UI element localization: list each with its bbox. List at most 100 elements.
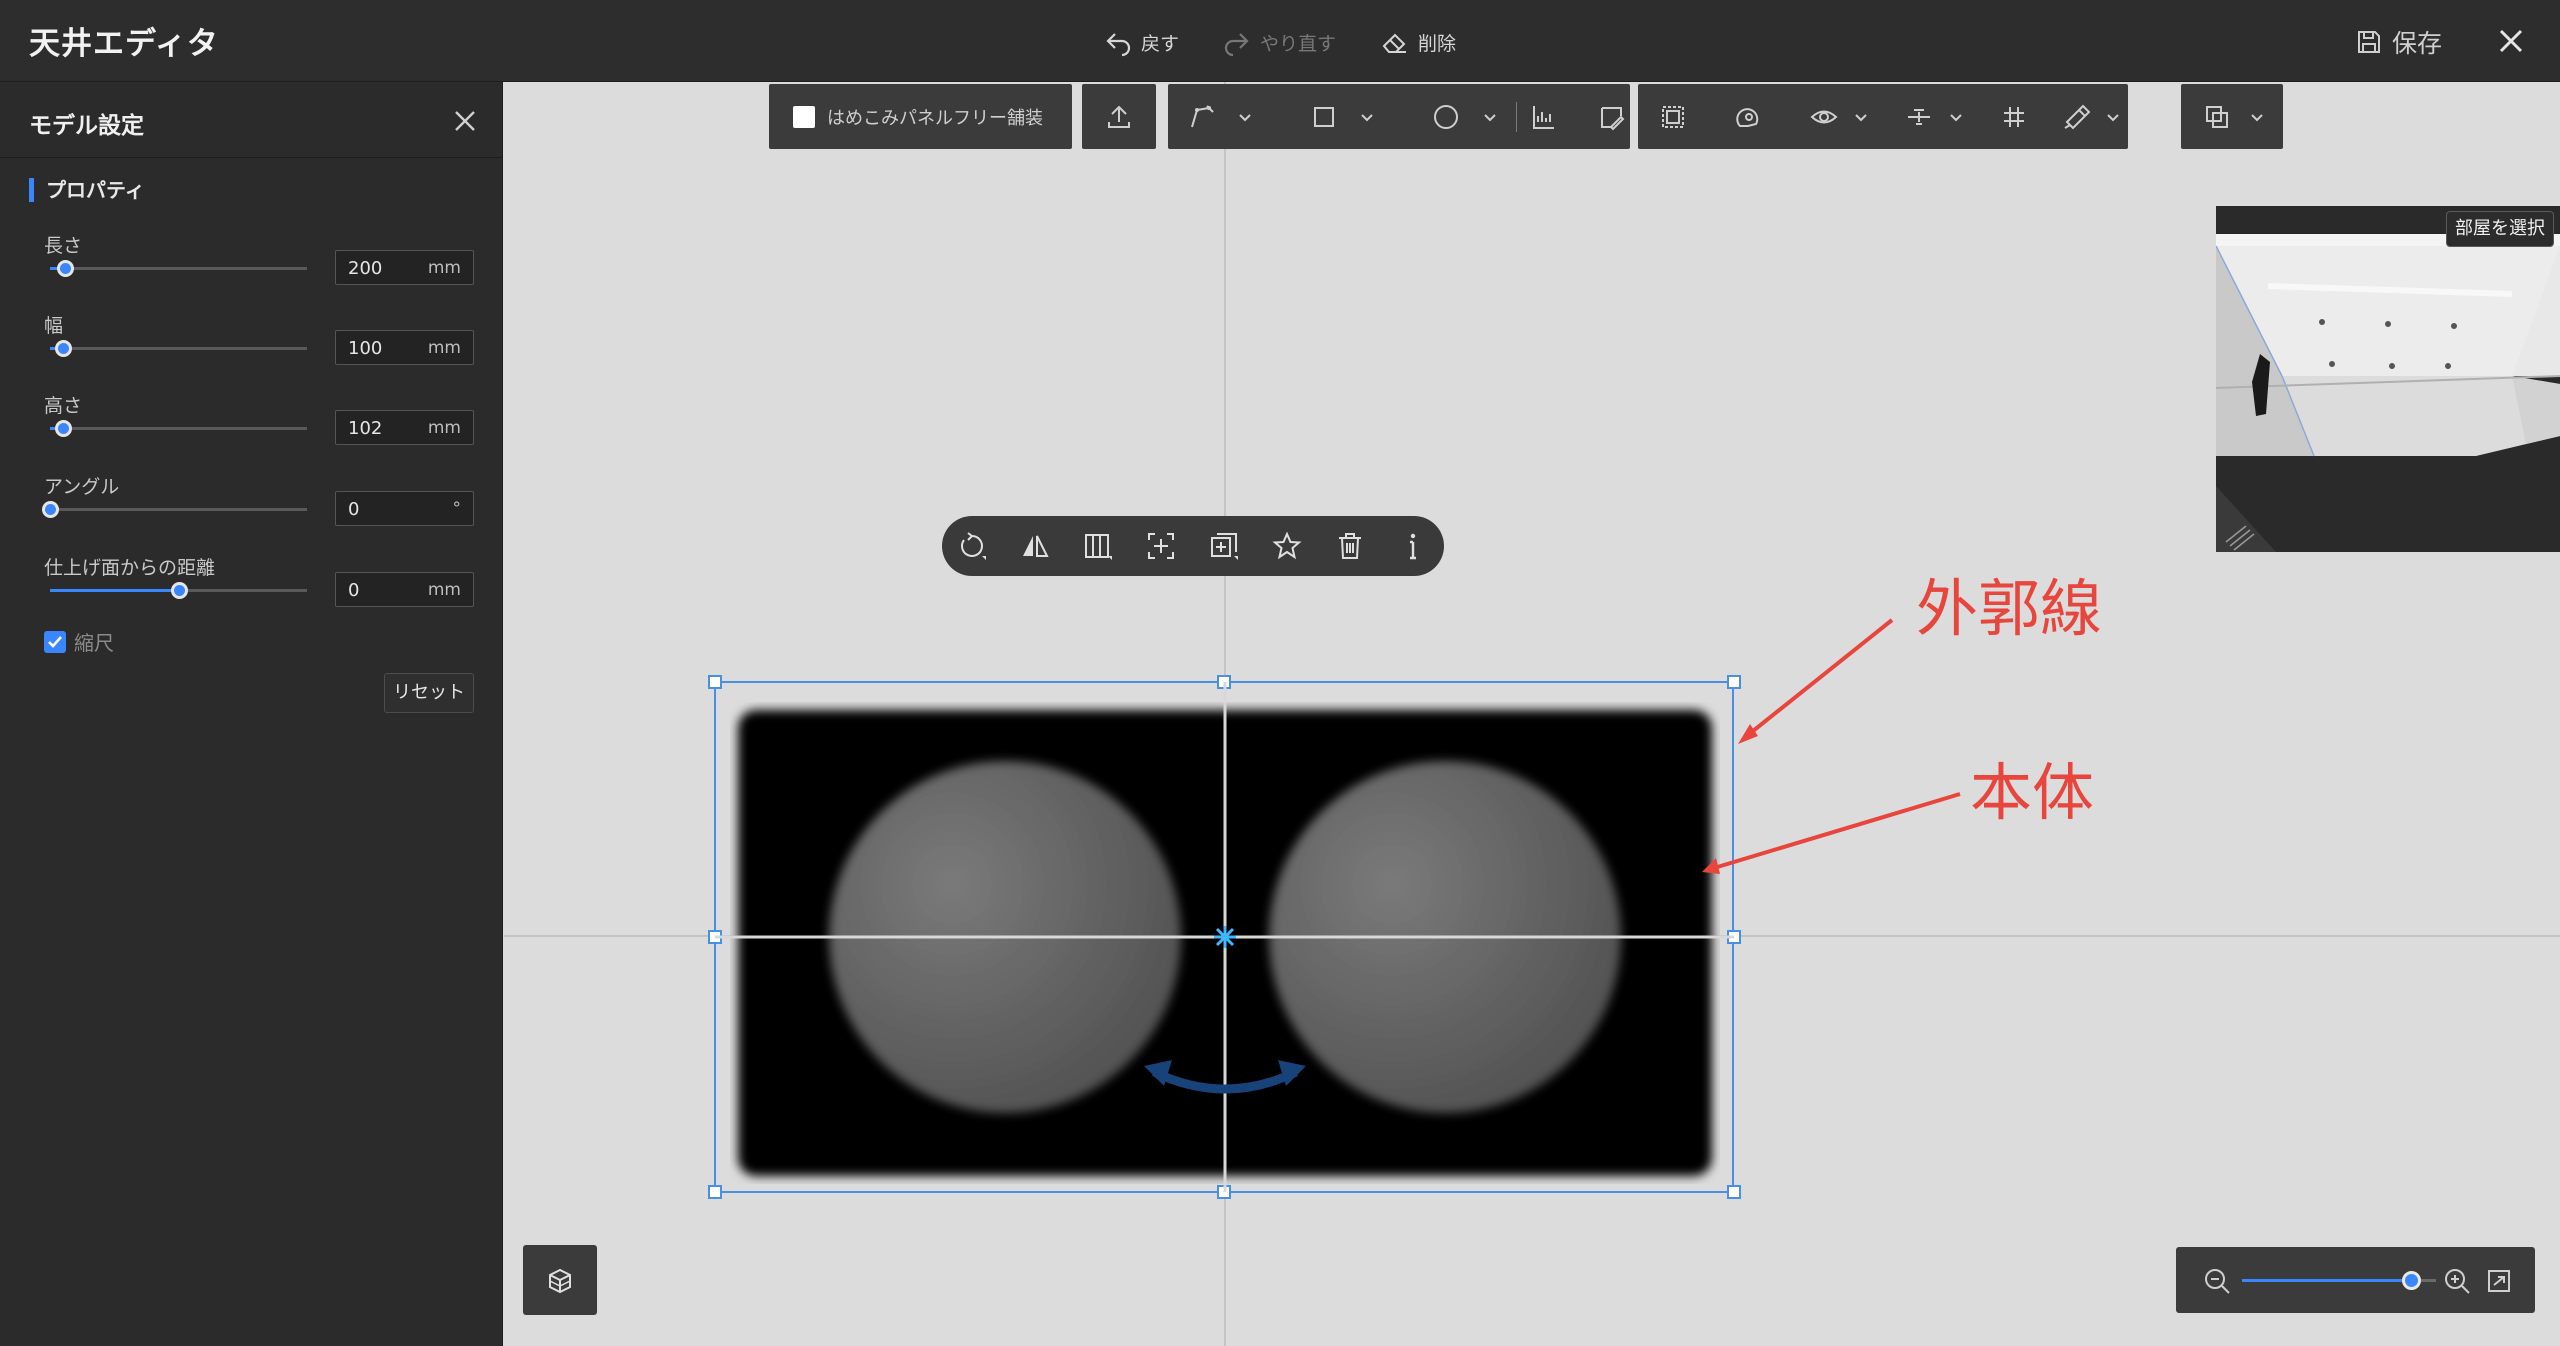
editor-canvas[interactable]: はめこみパネルフリー舗装 部屋を選択 外郭線 本体 xyxy=(504,82,2560,1346)
annotation-arrows xyxy=(1702,618,1961,874)
select-area-icon[interactable] xyxy=(1658,99,1689,135)
outline-annotation: 外郭線 xyxy=(1916,572,2103,645)
undo-button[interactable]: 戻す xyxy=(1103,24,1179,60)
close-panel-icon[interactable] xyxy=(452,108,478,134)
room-3d-preview[interactable] xyxy=(2216,206,2560,552)
delete-button[interactable]: 削除 xyxy=(1380,24,1456,60)
zoom-in-icon[interactable] xyxy=(2442,1266,2472,1296)
3d-view-button[interactable] xyxy=(523,1245,597,1315)
property-slider[interactable] xyxy=(50,260,307,277)
property-slider[interactable] xyxy=(50,340,307,357)
chevron-down-icon[interactable] xyxy=(1846,99,1877,135)
rectangle-tool-icon[interactable] xyxy=(1306,99,1341,135)
resize-handle[interactable] xyxy=(1217,675,1231,689)
undo-icon xyxy=(1106,33,1131,57)
zoom-slider-fill xyxy=(2242,1279,2412,1282)
property-slider[interactable] xyxy=(50,582,307,599)
draw-tools-group xyxy=(1168,84,1630,149)
property-value-input[interactable]: 0 ° xyxy=(335,491,474,526)
chevron-down-icon[interactable] xyxy=(2239,99,2275,135)
property-unit: ° xyxy=(452,499,462,519)
scale-label: 縮尺 xyxy=(74,631,114,655)
app-title: 天井エディタ xyxy=(29,26,219,62)
zoom-control xyxy=(2176,1247,2535,1313)
focus-icon[interactable] xyxy=(1143,528,1179,564)
property-unit: mm xyxy=(427,580,461,600)
slider-knob[interactable] xyxy=(57,260,75,277)
paint-brush-icon[interactable] xyxy=(2060,99,2091,135)
slider-fill xyxy=(50,589,179,592)
scale-toggle[interactable]: 縮尺 xyxy=(44,627,114,656)
property-value-input[interactable]: 0 mm xyxy=(335,572,474,607)
star-icon[interactable] xyxy=(1269,528,1305,564)
upload-icon xyxy=(1101,99,1137,135)
slider-knob[interactable] xyxy=(54,420,72,437)
trash-icon[interactable] xyxy=(1332,528,1368,564)
property-value: 100 xyxy=(348,338,383,359)
resize-handle[interactable] xyxy=(1727,675,1741,689)
copy-tools-group xyxy=(2181,84,2283,149)
array-icon[interactable] xyxy=(1080,528,1116,564)
duplicate-icon[interactable] xyxy=(1206,528,1242,564)
property-row: 長さ 200 mm xyxy=(0,231,503,312)
close-editor-icon[interactable] xyxy=(2492,22,2530,60)
property-value-input[interactable]: 100 mm xyxy=(335,330,474,365)
save-button[interactable]: 保存 xyxy=(2356,24,2442,60)
chevron-down-icon[interactable] xyxy=(1227,99,1262,135)
eye-icon[interactable] xyxy=(1809,99,1840,135)
save-icon xyxy=(2358,31,2380,53)
slider-knob[interactable] xyxy=(54,340,72,357)
chevron-down-icon[interactable] xyxy=(1472,99,1507,135)
toolbar-divider xyxy=(1515,101,1518,132)
property-value: 0 xyxy=(348,499,360,520)
redo-button[interactable]: やり直す xyxy=(1222,24,1336,60)
resize-handle[interactable] xyxy=(1727,1185,1741,1199)
eraser-icon xyxy=(1382,33,1406,53)
dimension-tool-icon[interactable] xyxy=(1525,99,1560,135)
selection-outline xyxy=(714,681,1734,1193)
copy-icon[interactable] xyxy=(2199,99,2235,135)
property-row: アングル 0 ° xyxy=(0,472,503,553)
check-icon xyxy=(48,635,62,648)
cube-icon xyxy=(549,1268,571,1294)
grid-icon[interactable] xyxy=(1999,99,2030,135)
delete-label: 削除 xyxy=(1418,32,1457,55)
upload-button[interactable] xyxy=(1082,84,1156,149)
edit-region-icon[interactable] xyxy=(1595,99,1630,135)
polyline-tool-icon[interactable] xyxy=(1184,99,1219,135)
property-slider[interactable] xyxy=(50,420,307,437)
select-room-button[interactable]: 部屋を選択 xyxy=(2446,211,2554,247)
align-icon[interactable] xyxy=(1904,99,1935,135)
info-icon[interactable] xyxy=(1395,528,1431,564)
undo-label: 戻す xyxy=(1141,32,1180,55)
reset-button[interactable]: リセット xyxy=(384,673,474,713)
lasso-tool-icon[interactable] xyxy=(1733,99,1764,135)
paving-toggle[interactable]: はめこみパネルフリー舗装 xyxy=(769,84,1072,149)
model-settings-panel: モデル設定 プロパティ 長さ 200 mm 幅 100 mm 高さ 102 mm アングル 0 ° 仕上… xyxy=(0,82,503,1346)
chevron-down-icon[interactable] xyxy=(2097,99,2128,135)
slider-knob[interactable] xyxy=(42,501,59,518)
resize-handle[interactable] xyxy=(708,675,722,689)
resize-handle[interactable] xyxy=(1727,930,1741,944)
zoom-out-icon[interactable] xyxy=(2202,1266,2232,1296)
chevron-down-icon[interactable] xyxy=(1941,99,1972,135)
resize-handle[interactable] xyxy=(1217,1185,1231,1199)
chevron-down-icon[interactable] xyxy=(1350,99,1385,135)
view-tools-group xyxy=(1638,84,2128,149)
resize-handle[interactable] xyxy=(708,930,722,944)
paving-checkbox[interactable] xyxy=(793,105,815,128)
fit-view-icon[interactable] xyxy=(2484,1266,2514,1296)
property-slider[interactable] xyxy=(42,501,307,518)
property-value-input[interactable]: 102 mm xyxy=(335,410,474,445)
slider-knob[interactable] xyxy=(170,582,188,599)
circle-tool-icon[interactable] xyxy=(1429,99,1464,135)
rotate-icon[interactable] xyxy=(954,528,990,564)
object-context-toolbar xyxy=(942,516,1444,576)
zoom-slider-knob[interactable] xyxy=(2402,1271,2421,1290)
resize-handle[interactable] xyxy=(708,1185,722,1199)
property-label: 幅 xyxy=(44,315,64,337)
property-value-input[interactable]: 200 mm xyxy=(335,250,474,285)
scale-checkbox[interactable] xyxy=(44,630,66,653)
mirror-icon[interactable] xyxy=(1017,528,1053,564)
paving-label: はめこみパネルフリー舗装 xyxy=(827,107,1043,129)
